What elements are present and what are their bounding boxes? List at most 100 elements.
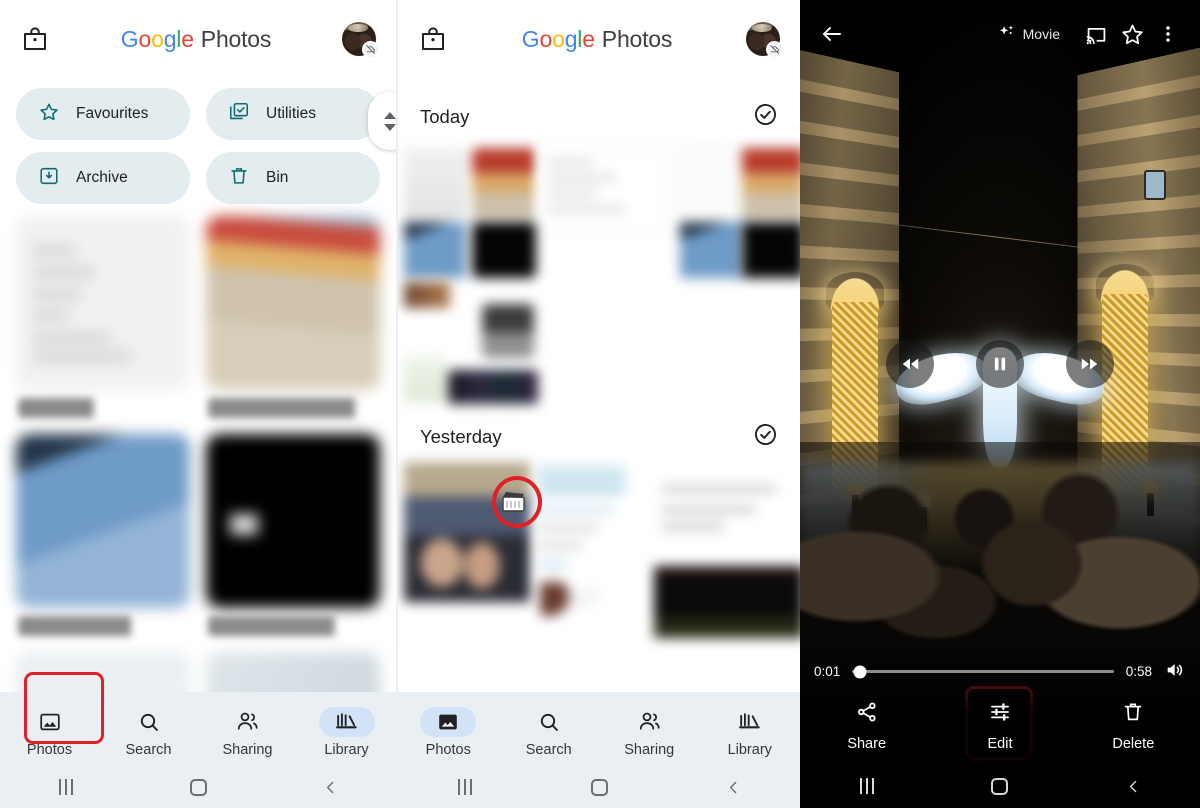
album-thumbnail [206, 216, 380, 390]
tab-label: Search [125, 741, 172, 758]
back-chevron-icon[interactable] [666, 779, 800, 796]
recents-icon[interactable] [398, 779, 532, 795]
chip-label: Favourites [76, 105, 149, 122]
photo-thumbnail[interactable] [742, 148, 800, 220]
share-button[interactable]: Share [800, 700, 933, 752]
photo-thumbnail[interactable] [548, 156, 658, 226]
photo-thumbnail[interactable] [482, 304, 534, 358]
cast-icon[interactable] [1078, 16, 1114, 52]
tab-label: Sharing [624, 741, 675, 758]
album-item[interactable] [206, 216, 380, 430]
tune-sliders-icon [988, 700, 1012, 728]
section-title: Today [420, 106, 470, 127]
photo-thumbnail[interactable] [404, 222, 466, 278]
photo-thumbnail[interactable] [540, 582, 632, 618]
tab-label: Library [727, 741, 772, 758]
library-chip-grid: Favourites Utilities Archive Bin [0, 78, 396, 208]
viewer-actions: Share Edit Delete [800, 690, 1200, 764]
edit-button[interactable]: Edit [933, 700, 1066, 752]
tab-label: Photos [425, 741, 471, 758]
app-header: Google Photos [398, 0, 800, 78]
sidebar-item-favourites[interactable]: Favourites [16, 88, 190, 140]
photo-thumbnail[interactable] [742, 222, 800, 278]
tab-library[interactable]: Library [700, 707, 801, 758]
shopping-bag-icon[interactable] [418, 24, 448, 54]
photo-thumbnail[interactable] [472, 148, 536, 220]
action-label: Share [847, 736, 887, 752]
system-nav-bar [800, 764, 1200, 808]
recents-icon[interactable] [800, 778, 933, 794]
shopping-bag-icon[interactable] [20, 24, 50, 54]
volume-up-icon[interactable] [1164, 659, 1186, 684]
home-icon[interactable] [532, 778, 666, 796]
photo-thumbnail[interactable] [404, 148, 466, 220]
page-title: Google Photos [522, 26, 673, 53]
photo-thumbnail[interactable] [538, 466, 658, 498]
recents-icon[interactable] [0, 779, 132, 795]
photo-thumbnail[interactable] [678, 146, 742, 220]
fast-forward-icon[interactable] [1066, 340, 1114, 388]
tab-search[interactable]: Search [99, 707, 198, 758]
photo-thumbnail[interactable] [404, 356, 446, 402]
delete-button[interactable]: Delete [1067, 700, 1200, 752]
tab-label: Photos [26, 741, 73, 758]
action-label: Edit [987, 736, 1013, 752]
system-nav-bar [398, 766, 800, 808]
photo-grid-yesterday [398, 462, 800, 662]
photo-thumbnail[interactable] [404, 282, 450, 308]
album-item[interactable] [206, 434, 380, 648]
triangle-down-icon [384, 123, 396, 131]
star-icon [38, 101, 60, 128]
sidebar-item-bin[interactable]: Bin [206, 152, 380, 204]
archive-box-icon [38, 165, 60, 192]
album-item[interactable] [16, 216, 190, 430]
arrow-back-icon[interactable] [814, 16, 850, 52]
photo-thumbnail[interactable] [680, 222, 742, 278]
avatar[interactable] [746, 22, 783, 58]
photo-thumbnail[interactable] [472, 222, 536, 278]
share-icon [855, 700, 879, 728]
back-chevron-icon[interactable] [1067, 778, 1200, 795]
album-label [18, 616, 188, 636]
rewind-icon[interactable] [886, 340, 934, 388]
tab-photos[interactable]: Photos [0, 707, 99, 758]
tab-search[interactable]: Search [499, 707, 600, 758]
seek-slider[interactable] [852, 665, 1114, 678]
check-circle-icon[interactable] [753, 102, 778, 132]
album-label [18, 398, 188, 418]
playback-controls [800, 340, 1200, 388]
viewer-top-bar: Movie [800, 8, 1200, 60]
photo-thumbnail[interactable] [538, 502, 668, 582]
tab-sharing[interactable]: Sharing [599, 707, 700, 758]
bottom-bar: Photos Search Sharing Library [398, 692, 800, 808]
tab-sharing[interactable]: Sharing [198, 707, 297, 758]
sidebar-item-utilities[interactable]: Utilities [206, 88, 380, 140]
seek-row: 0:01 0:58 [800, 647, 1200, 690]
home-icon[interactable] [132, 778, 264, 796]
cloud-off-icon [362, 41, 379, 58]
photo-thumbnail[interactable] [448, 370, 538, 404]
total-time: 0:58 [1125, 664, 1152, 679]
brand-google: Google [120, 25, 194, 52]
home-icon[interactable] [933, 777, 1066, 795]
sidebar-item-archive[interactable]: Archive [16, 152, 190, 204]
movie-button[interactable]: Movie [997, 23, 1060, 45]
album-label [208, 398, 378, 418]
pause-icon[interactable] [976, 340, 1024, 388]
photo-thumbnail[interactable] [662, 476, 792, 540]
star-outline-icon[interactable] [1114, 16, 1150, 52]
photo-thumbnail[interactable] [654, 566, 800, 638]
scrollbar-thumb[interactable] [368, 92, 396, 150]
back-chevron-icon[interactable] [264, 779, 396, 796]
tab-photos[interactable]: Photos [398, 706, 499, 758]
three-panel-screenshot: Google Photos Favourites Utilities Archi… [0, 0, 1200, 808]
seek-knob[interactable] [853, 665, 867, 678]
album-thumbnail [16, 434, 190, 608]
check-circle-icon[interactable] [753, 422, 778, 452]
avatar[interactable] [342, 22, 379, 58]
bottom-bar: Photos Search Sharing Library [0, 692, 396, 808]
tab-library[interactable]: Library [297, 706, 396, 758]
photo-thumbnail-video[interactable] [404, 462, 530, 602]
album-item[interactable] [16, 434, 190, 648]
more-vertical-icon[interactable] [1150, 16, 1186, 52]
